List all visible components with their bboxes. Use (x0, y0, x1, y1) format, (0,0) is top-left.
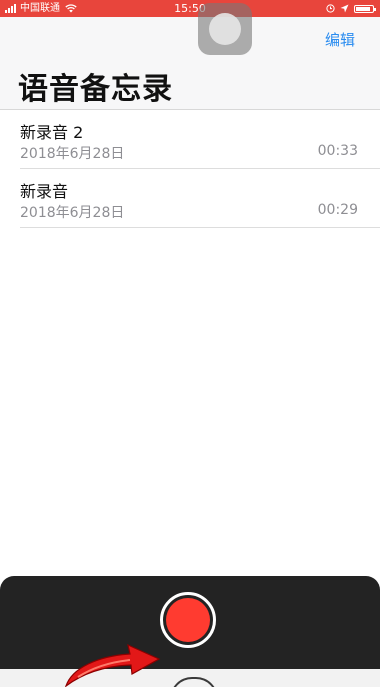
location-icon (340, 4, 349, 13)
recording-title: 新录音 2 (20, 123, 84, 142)
bottom-edge (0, 669, 380, 687)
voice-memos-screen: 中国联通 15:50 编辑 语音备忘录 新录音 2 2018年6月28日 00:… (0, 0, 380, 687)
battery-icon (354, 4, 376, 13)
recording-item[interactable]: 新录音 2018年6月28日 00:29 (20, 169, 380, 228)
status-bar: 中国联通 15:50 (0, 0, 380, 17)
recording-list: 新录音 2 2018年6月28日 00:33 新录音 2018年6月28日 00… (0, 110, 380, 228)
nav-header: 编辑 语音备忘录 (0, 17, 380, 110)
record-icon (166, 598, 210, 642)
status-right (326, 0, 376, 17)
alarm-icon (326, 4, 335, 13)
edit-button[interactable]: 编辑 (325, 29, 355, 50)
recording-item[interactable]: 新录音 2 2018年6月28日 00:33 (20, 110, 380, 169)
recording-duration: 00:33 (317, 143, 358, 159)
assistive-touch-button[interactable] (198, 3, 252, 55)
page-title: 语音备忘录 (18, 72, 173, 107)
battery-fill (356, 6, 370, 11)
status-time: 15:50 (174, 2, 206, 15)
record-button[interactable] (160, 592, 216, 648)
recording-duration: 00:29 (317, 202, 358, 218)
recording-title: 新录音 (20, 182, 69, 201)
recording-date: 2018年6月28日 (20, 146, 125, 162)
pointer-arrow-icon (65, 643, 161, 687)
recording-date: 2018年6月28日 (20, 205, 125, 221)
